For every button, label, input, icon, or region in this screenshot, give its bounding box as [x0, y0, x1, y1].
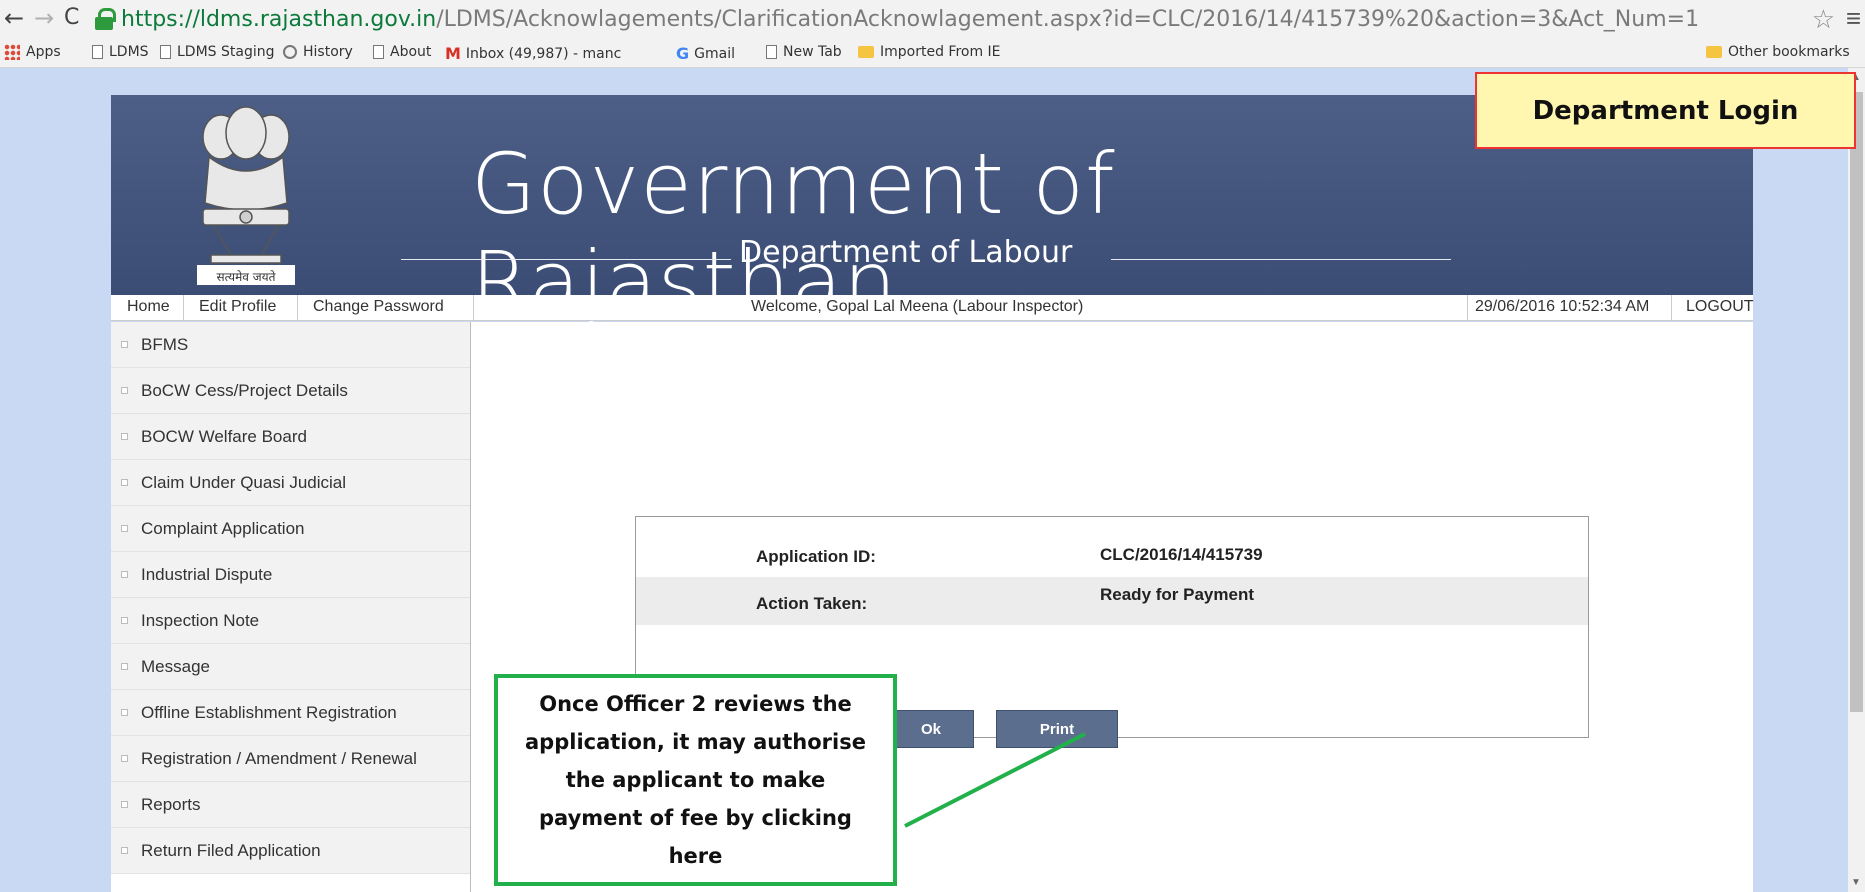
- top-nav-bar: Home Edit Profile Change Password Welcom…: [111, 295, 1754, 321]
- sidebar-item-bocw-cess[interactable]: BoCW Cess/Project Details: [111, 368, 470, 414]
- scroll-thumb[interactable]: [1850, 92, 1863, 712]
- separator: [183, 295, 184, 321]
- nav-edit-profile-link[interactable]: Edit Profile: [199, 298, 276, 316]
- action-taken-row: Action Taken: Ready for Payment: [636, 577, 1588, 625]
- sidebar-item-return-filed[interactable]: Return Filed Application: [111, 828, 470, 874]
- separator: [1671, 295, 1672, 321]
- bullet-icon: [121, 663, 128, 670]
- separator: [473, 295, 474, 321]
- sidebar-item-bocw-welfare-board[interactable]: BOCW Welfare Board: [111, 414, 470, 460]
- application-id-row: Application ID: CLC/2016/14/415739: [636, 529, 1588, 569]
- department-login-annotation: Department Login: [1475, 72, 1856, 149]
- print-button[interactable]: Print: [996, 710, 1118, 748]
- page-icon: [92, 45, 103, 59]
- application-id-label: Application ID:: [756, 547, 876, 566]
- bullet-icon: [121, 847, 128, 854]
- sidebar-item-complaint-application[interactable]: Complaint Application: [111, 506, 470, 552]
- sidebar-item-claim-quasi-judicial[interactable]: Claim Under Quasi Judicial: [111, 460, 470, 506]
- action-taken-label: Action Taken:: [756, 594, 868, 613]
- action-taken-value: Ready for Payment: [1100, 585, 1254, 604]
- bullet-icon: [121, 801, 128, 808]
- nav-change-password-link[interactable]: Change Password: [313, 298, 444, 316]
- bookmark-gmail[interactable]: G Gmail: [676, 44, 735, 63]
- bullet-icon: [121, 617, 128, 624]
- bullet-icon: [121, 571, 128, 578]
- lock-icon: [95, 8, 116, 30]
- divider-right: [1111, 259, 1451, 260]
- bullet-icon: [121, 755, 128, 762]
- sidebar-menu: BFMS BoCW Cess/Project Details BOCW Welf…: [111, 322, 471, 892]
- scroll-down-icon[interactable]: ▼: [1851, 877, 1861, 888]
- url-host: https://ldms.rajasthan.gov.in: [121, 6, 437, 32]
- browser-menu-icon[interactable]: ≡: [1846, 3, 1861, 34]
- page: सत्यमेव जयते Government of Rajasthan Dep…: [111, 95, 1754, 892]
- national-emblem-icon: सत्यमेव जयते: [197, 106, 295, 285]
- sidebar-item-industrial-dispute[interactable]: Industrial Dispute: [111, 552, 470, 598]
- bookmark-inbox[interactable]: M Inbox (49,987) - manc: [445, 44, 621, 63]
- sidebar-item-inspection-note[interactable]: Inspection Note: [111, 598, 470, 644]
- page-icon: [373, 45, 384, 59]
- instruction-callout: Once Officer 2 reviews the application, …: [494, 674, 897, 886]
- bookmark-imported-from-ie[interactable]: Imported From IE: [858, 44, 1001, 60]
- reload-icon[interactable]: C: [64, 6, 79, 30]
- url-path: /LDMS/Acknowlagements/ClarificationAckno…: [436, 6, 1700, 32]
- page-scrollbar[interactable]: ▲ ▼: [1848, 68, 1865, 892]
- bullet-icon: [121, 341, 128, 348]
- ok-button[interactable]: Ok: [888, 710, 974, 748]
- bookmark-new-tab[interactable]: New Tab: [766, 44, 842, 60]
- bookmark-about[interactable]: About: [373, 44, 431, 60]
- sidebar-item-bfms[interactable]: BFMS: [111, 322, 470, 368]
- separator: [297, 295, 298, 321]
- bullet-icon: [121, 525, 128, 532]
- google-icon: G: [676, 44, 690, 63]
- logout-link[interactable]: LOGOUT: [1686, 298, 1754, 316]
- bookmark-other[interactable]: Other bookmarks: [1706, 44, 1850, 60]
- browser-toolbar: ← → C https://ldms.rajasthan.gov.in /LDM…: [0, 0, 1865, 38]
- divider-left: [401, 259, 731, 260]
- current-datetime: 29/06/2016 10:52:34 AM: [1475, 298, 1650, 315]
- page-icon: [766, 45, 777, 59]
- bullet-icon: [121, 433, 128, 440]
- gmail-icon: M: [445, 44, 461, 63]
- application-id-value: CLC/2016/14/415739: [1100, 545, 1263, 564]
- page-icon: [160, 45, 171, 59]
- emblem-motto: सत्यमेव जयते: [217, 270, 277, 284]
- apps-grid-icon: [4, 44, 20, 60]
- folder-icon: [1706, 46, 1722, 58]
- bullet-icon: [121, 709, 128, 716]
- main-content: BFMS BoCW Cess/Project Details BOCW Welf…: [111, 322, 1753, 892]
- folder-icon: [858, 46, 874, 58]
- back-arrow-icon[interactable]: ←: [4, 6, 24, 30]
- bookmark-star-icon[interactable]: ☆: [1812, 4, 1835, 35]
- department-title: Department of Labour: [739, 235, 1073, 270]
- bookmark-ldms[interactable]: LDMS: [92, 44, 149, 60]
- bullet-icon: [121, 387, 128, 394]
- address-bar[interactable]: https://ldms.rajasthan.gov.in /LDMS/Ackn…: [95, 2, 1815, 36]
- sidebar-item-reports[interactable]: Reports: [111, 782, 470, 828]
- welcome-text: Welcome, Gopal Lal Meena (Labour Inspect…: [751, 298, 1084, 315]
- sidebar-item-offline-registration[interactable]: Offline Establishment Registration: [111, 690, 470, 736]
- bookmark-history[interactable]: History: [283, 44, 353, 60]
- nav-home-link[interactable]: Home: [127, 298, 170, 316]
- bookmark-ldms-staging[interactable]: LDMS Staging: [160, 44, 275, 60]
- forward-arrow-icon[interactable]: →: [34, 6, 54, 30]
- bookmarks-bar: Apps LDMS LDMS Staging History About M In…: [0, 38, 1865, 68]
- sidebar-item-message[interactable]: Message: [111, 644, 470, 690]
- bookmark-apps[interactable]: Apps: [4, 44, 61, 60]
- separator: [1467, 295, 1468, 321]
- history-icon: [283, 45, 297, 59]
- sidebar-item-registration-amendment[interactable]: Registration / Amendment / Renewal: [111, 736, 470, 782]
- bullet-icon: [121, 479, 128, 486]
